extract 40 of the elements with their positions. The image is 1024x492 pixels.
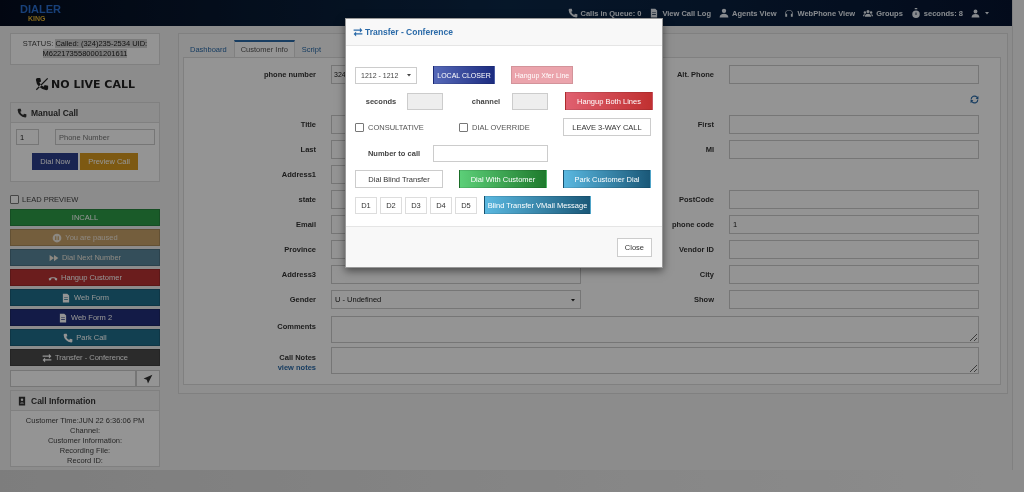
fast-forward-icon (48, 252, 59, 263)
caret-icon (983, 9, 991, 17)
text-field[interactable] (729, 265, 979, 284)
user-icon (719, 8, 729, 18)
text-field[interactable] (729, 290, 979, 309)
id-card-icon (17, 395, 27, 406)
message-field[interactable] (10, 370, 136, 387)
arrows-icon (41, 352, 52, 363)
comments-field[interactable] (331, 316, 979, 343)
checkbox[interactable] (459, 122, 468, 132)
dialog-title: Transfer - Conference (353, 27, 453, 37)
checkbox[interactable] (355, 122, 364, 132)
text-field[interactable] (729, 140, 979, 159)
phone-slash-icon (35, 77, 49, 91)
live-call-status: NO LIVE CALL (51, 77, 135, 91)
users-icon (863, 8, 874, 18)
text-field[interactable] (729, 240, 979, 259)
send-icon (143, 373, 153, 384)
document-icon (57, 312, 68, 323)
document-icon (61, 292, 72, 303)
panel-title: Manual Call (31, 107, 79, 118)
refresh-icon[interactable] (970, 95, 979, 104)
caret-icon (405, 71, 413, 79)
text-field[interactable] (433, 144, 548, 162)
panel-title: Call Information (31, 395, 96, 406)
user-icon (971, 8, 980, 18)
checkbox[interactable] (10, 195, 19, 204)
send-button[interactable] (136, 370, 160, 387)
text-field[interactable] (729, 115, 979, 134)
phone-icon (567, 8, 578, 18)
headset-icon (784, 8, 795, 18)
document-icon (649, 8, 660, 18)
stopwatch-icon (910, 8, 921, 18)
phone-icon (63, 332, 74, 343)
phone-icon (17, 107, 27, 118)
text-field[interactable] (729, 65, 979, 84)
arrows-icon (353, 27, 363, 37)
call-notes-field[interactable] (331, 347, 979, 374)
user-menu[interactable] (971, 8, 991, 18)
text-field[interactable] (729, 190, 979, 209)
